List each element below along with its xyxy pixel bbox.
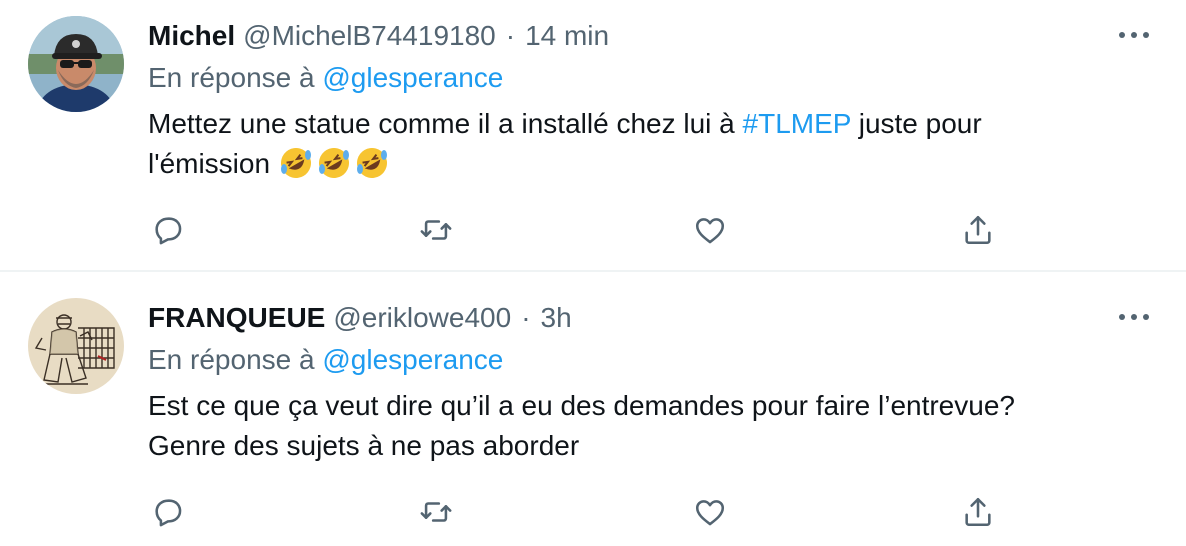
separator-dot: · [521, 302, 531, 333]
share-icon [965, 497, 991, 527]
tweet-timeline: Michel @MichelB74419180 · 14 min En répo… [0, 0, 1186, 546]
tweet-time[interactable]: 3h [541, 302, 572, 334]
tweet-text-line: Est ce que ça veut dire qu’il a eu des d… [148, 390, 1015, 421]
tweet-text: Mettez une statue comme il a installé ch… [148, 104, 1108, 184]
tweet-actions [148, 210, 1008, 250]
reply-prefix: En réponse à [148, 62, 315, 93]
more-button[interactable] [1112, 20, 1156, 50]
author-name[interactable]: FRANQUEUE [148, 302, 325, 334]
reply-prefix: En réponse à [148, 344, 315, 375]
author-handle[interactable]: @eriklowe400 [333, 302, 511, 334]
tweet-header: Michel @MichelB74419180 · 14 min [148, 16, 609, 56]
tweet-actions [148, 492, 1008, 532]
avatar-sketch [28, 298, 124, 394]
share-button[interactable] [958, 492, 998, 532]
reply-mention-link[interactable]: @glesperance [322, 344, 503, 375]
retweet-icon [420, 502, 452, 522]
share-icon [965, 215, 991, 245]
reply-button[interactable] [148, 492, 188, 532]
rolling-on-floor-laughing-emoji [316, 145, 352, 181]
tweet-time[interactable]: 14 min [525, 20, 609, 52]
retweet-icon [420, 220, 452, 240]
tweet-text-line: Genre des sujets à ne pas aborder [148, 430, 580, 461]
reply-context: En réponse à @glesperance [148, 344, 503, 376]
share-button[interactable] [958, 210, 998, 250]
more-button[interactable] [1112, 302, 1156, 332]
retweet-button[interactable] [416, 492, 456, 532]
heart-icon [695, 218, 725, 244]
avatar-photo [28, 16, 124, 112]
author-handle[interactable]: @MichelB74419180 [243, 20, 496, 52]
tweet-text-part: l'émission [148, 148, 278, 179]
reply-icon [155, 217, 182, 245]
tweet[interactable]: Michel @MichelB74419180 · 14 min En répo… [0, 0, 1186, 270]
rolling-on-floor-laughing-emoji [278, 145, 314, 181]
like-button[interactable] [690, 210, 730, 250]
avatar[interactable] [28, 16, 124, 112]
heart-icon [695, 500, 725, 526]
retweet-button[interactable] [416, 210, 456, 250]
reply-button[interactable] [148, 210, 188, 250]
tweet-text: Est ce que ça veut dire qu’il a eu des d… [148, 386, 1108, 466]
more-horizontal-icon [1119, 32, 1149, 38]
author-name[interactable]: Michel [148, 20, 235, 52]
reply-mention-link[interactable]: @glesperance [322, 62, 503, 93]
hashtag-link[interactable]: #TLMEP [743, 108, 851, 139]
more-horizontal-icon [1119, 314, 1149, 320]
tweet-header: FRANQUEUE @eriklowe400 · 3h [148, 298, 572, 338]
avatar[interactable] [28, 298, 124, 394]
like-button[interactable] [690, 492, 730, 532]
reply-context: En réponse à @glesperance [148, 62, 503, 94]
tweet-text-part: Mettez une statue comme il a installé ch… [148, 108, 743, 139]
reply-icon [155, 499, 182, 527]
separator-dot: · [505, 20, 516, 51]
tweet-text-part: juste pour [850, 108, 982, 139]
rolling-on-floor-laughing-emoji [354, 145, 390, 181]
tweet[interactable]: FRANQUEUE @eriklowe400 · 3h En réponse à… [0, 272, 1186, 546]
